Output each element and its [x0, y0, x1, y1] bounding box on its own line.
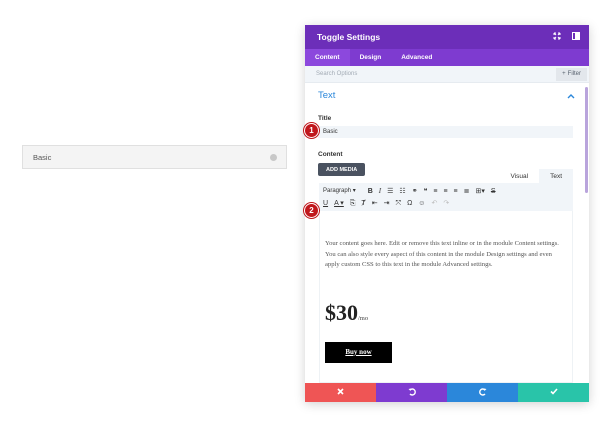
align-left-icon[interactable]: ≡: [433, 188, 437, 195]
toggle-module-preview[interactable]: Basic: [22, 145, 287, 169]
settings-modal: Toggle Settings Content Design Advanced …: [305, 25, 589, 402]
page: Basic Toggle Settings Content Design Adv…: [0, 0, 610, 427]
bold-icon[interactable]: B: [368, 188, 373, 195]
sidebar-toggle-icon[interactable]: [572, 32, 580, 42]
save-button[interactable]: [518, 383, 589, 402]
price-suffix: /mo: [358, 314, 369, 322]
step-marker-1: 1: [304, 123, 319, 138]
italic-icon[interactable]: I: [379, 187, 381, 195]
cancel-button[interactable]: [305, 383, 376, 402]
modal-header: Toggle Settings: [305, 25, 589, 49]
toggle-open-icon[interactable]: [270, 153, 277, 161]
search-bar: Search Options + Filter: [305, 66, 589, 83]
align-right-icon[interactable]: ≡: [454, 188, 458, 195]
align-center-icon[interactable]: ≡: [443, 188, 447, 195]
step-marker-2: 2: [304, 203, 319, 218]
strikethrough-icon[interactable]: S: [491, 188, 496, 195]
modal-title: Toggle Settings: [317, 32, 381, 42]
chevron-up-icon[interactable]: [567, 92, 575, 99]
numbered-list-icon[interactable]: ☷: [399, 188, 405, 195]
toolbar-row-1: Paragraph ▾ B I ☰ ☷ ⚭ ❝ ≡ ≡ ≡ ≣ ⊞▾ S: [323, 185, 569, 197]
redo-arrow-icon: [478, 387, 487, 398]
modal-body: Text Title Basic Content ADD MEDIA Visua…: [305, 83, 589, 383]
undo-button[interactable]: [376, 383, 447, 402]
bullet-list-icon[interactable]: ☰: [387, 188, 393, 195]
fullscreen-editor-icon[interactable]: ⤧: [395, 200, 401, 207]
toolbar-row-2: U A ▾ ⎘ Ⱦ ⇤ ⇥ ⤧ Ω ☺ ↶ ↷: [323, 197, 569, 209]
tab-advanced[interactable]: Advanced: [391, 49, 442, 66]
modal-tabs: Content Design Advanced: [305, 49, 589, 66]
close-icon: [337, 388, 344, 397]
filter-button[interactable]: + Filter: [556, 67, 587, 81]
price-amount: $30: [325, 299, 358, 325]
search-options-input[interactable]: Search Options: [316, 71, 357, 77]
undo-arrow-icon: [408, 387, 416, 398]
title-field-label: Title: [318, 115, 332, 122]
tab-design[interactable]: Design: [350, 49, 392, 66]
toggle-title: Basic: [33, 152, 52, 162]
editor-mode-tabs: Visual Text: [499, 169, 573, 183]
format-select[interactable]: Paragraph ▾: [323, 188, 356, 194]
buy-now-button[interactable]: Buy now: [325, 341, 392, 363]
section-title: Text: [318, 89, 336, 101]
check-icon: [549, 388, 558, 397]
table-icon[interactable]: ⊞▾: [476, 188, 485, 195]
justify-icon[interactable]: ≣: [464, 188, 470, 195]
content-field-label: Content: [318, 151, 343, 158]
blockquote-icon[interactable]: ❝: [424, 188, 428, 195]
media-row: ADD MEDIA Visual Text: [305, 161, 589, 183]
scrollbar[interactable]: [585, 87, 588, 193]
tab-visual[interactable]: Visual: [499, 169, 539, 183]
redo-icon[interactable]: ↷: [443, 200, 449, 207]
text-section-header[interactable]: Text: [305, 83, 589, 107]
modal-footer: [305, 383, 589, 402]
indent-icon[interactable]: ⇥: [384, 200, 390, 207]
title-input[interactable]: Basic: [318, 126, 573, 138]
tab-content[interactable]: Content: [305, 49, 350, 66]
link-icon[interactable]: ⚭: [412, 188, 418, 195]
clear-format-icon[interactable]: Ⱦ: [361, 200, 365, 207]
tab-text[interactable]: Text: [539, 169, 573, 183]
editor-toolbar: Paragraph ▾ B I ☰ ☷ ⚭ ❝ ≡ ≡ ≡ ≣ ⊞▾ S U A…: [319, 183, 573, 211]
underline-icon[interactable]: U: [323, 200, 328, 207]
outdent-icon[interactable]: ⇤: [372, 200, 378, 207]
omega-icon[interactable]: Ω: [407, 200, 412, 207]
content-editor[interactable]: Your content goes here. Edit or remove t…: [319, 211, 573, 383]
undo-icon[interactable]: ↶: [431, 200, 437, 207]
add-media-button[interactable]: ADD MEDIA: [318, 163, 366, 176]
plus-icon: +: [562, 71, 566, 77]
editor-body-text: Your content goes here. Edit or remove t…: [325, 240, 559, 268]
text-color-icon[interactable]: A ▾: [334, 200, 344, 207]
redo-button[interactable]: [447, 383, 518, 402]
paste-icon[interactable]: ⎘: [350, 200, 356, 207]
price-block: $30 /mo: [325, 300, 567, 326]
emoji-icon[interactable]: ☺: [418, 200, 425, 207]
fullscreen-icon[interactable]: [553, 32, 561, 42]
format-select-value: Paragraph: [323, 188, 352, 194]
filter-label: Filter: [567, 71, 581, 77]
